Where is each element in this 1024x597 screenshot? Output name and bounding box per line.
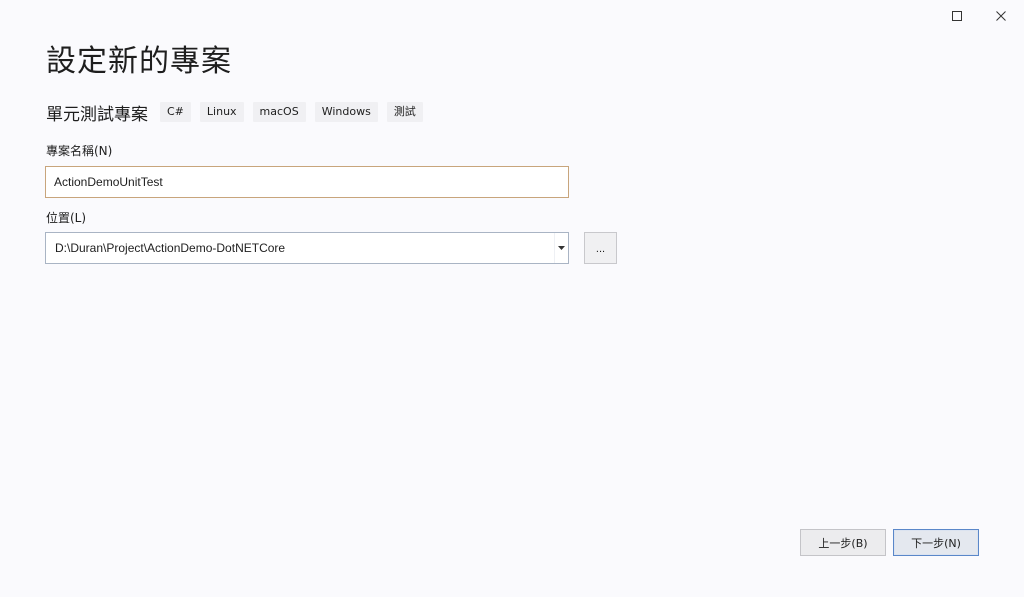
maximize-icon [952, 11, 962, 21]
project-name-input[interactable] [45, 166, 569, 198]
tag-testing: 測試 [386, 102, 423, 122]
tag-csharp: C# [160, 102, 191, 122]
tag-macos: macOS [252, 102, 306, 122]
location-value[interactable]: D:\Duran\Project\ActionDemo-DotNETCore [46, 233, 555, 263]
page-title: 設定新的專案 [46, 44, 232, 79]
project-name-label: 專案名稱(N) [46, 144, 113, 158]
maximize-button[interactable] [934, 0, 980, 32]
dropdown-toggle[interactable] [555, 233, 568, 263]
template-summary: 單元測試專案 C# Linux macOS Windows 測試 [46, 99, 432, 125]
template-name: 單元測試專案 [46, 104, 148, 125]
next-button[interactable]: 下一步(N) [893, 529, 979, 556]
location-combobox[interactable]: D:\Duran\Project\ActionDemo-DotNETCore [45, 232, 569, 264]
location-label: 位置(L) [46, 211, 87, 225]
tag-windows: Windows [314, 102, 378, 122]
close-icon [996, 11, 1006, 21]
close-button[interactable] [978, 0, 1024, 32]
caret-down-icon [558, 246, 565, 250]
create-project-window: 設定新的專案 單元測試專案 C# Linux macOS Windows 測試 … [0, 0, 1024, 597]
browse-button[interactable]: ... [584, 232, 617, 264]
back-button[interactable]: 上一步(B) [800, 529, 886, 556]
tag-linux: Linux [199, 102, 244, 122]
